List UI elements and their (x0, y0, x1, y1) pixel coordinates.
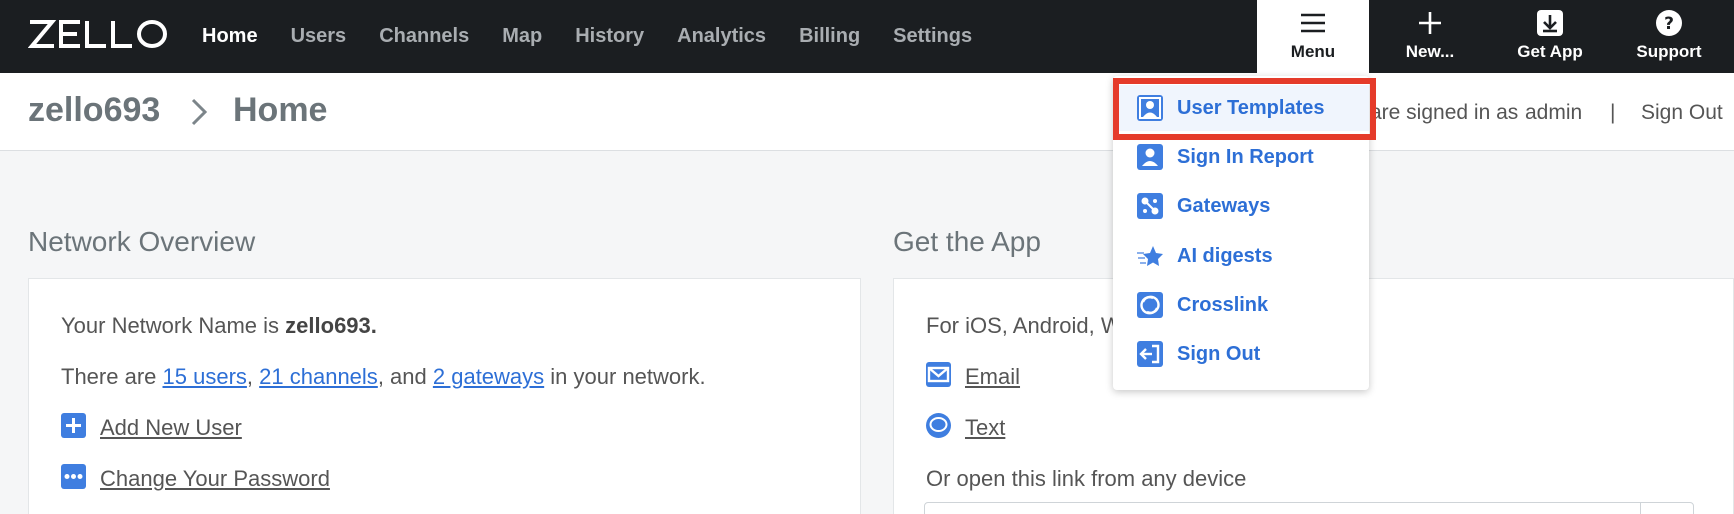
menu-item-label: Sign Out (1177, 342, 1261, 365)
menu-item-label: Crosslink (1177, 293, 1269, 316)
menu-item-label: AI digests (1177, 244, 1273, 267)
menu-item-gateways[interactable]: Gateways (1113, 183, 1369, 229)
menu-dropdown: User Templates Sign In Report Gateways A… (1113, 76, 1369, 390)
menu-item-user-templates[interactable]: User Templates (1113, 85, 1369, 131)
hamburger-icon (1299, 9, 1327, 37)
user-report-icon (1137, 144, 1163, 170)
menu-item-crosslink[interactable]: Crosslink (1113, 282, 1369, 328)
zello-logo-icon (28, 20, 167, 48)
change-password-link[interactable]: Change Your Password (100, 466, 330, 492)
nav-analytics[interactable]: Analytics (677, 25, 766, 48)
add-new-user-link[interactable]: Add New User (100, 415, 242, 441)
channels-count-link[interactable]: 21 channels (259, 364, 378, 389)
crosslink-icon (1137, 292, 1163, 318)
main-nav: Home Users Channels Map History Analytic… (202, 0, 1005, 73)
nav-map[interactable]: Map (502, 25, 542, 48)
speech-bubble-icon (926, 413, 951, 438)
signed-in-text: are signed in as (1370, 101, 1519, 124)
session-separator: | (1610, 101, 1616, 124)
support-button-label: Support (1636, 42, 1702, 61)
menu-item-sign-out[interactable]: Sign Out (1113, 331, 1369, 377)
app-link-field[interactable] (924, 502, 1694, 514)
svg-text:?: ? (1664, 14, 1674, 34)
zello-logo[interactable] (28, 19, 168, 49)
breadcrumb-bar: zello693 Home are signed in as admin | S… (0, 73, 1734, 151)
menu-item-label: Sign In Report (1177, 145, 1314, 168)
text-link[interactable]: Text (965, 415, 1005, 441)
counts-comma: , (246, 364, 254, 389)
menu-item-label: Gateways (1177, 194, 1271, 217)
menu-item-sign-in-report[interactable]: Sign In Report (1113, 134, 1369, 180)
network-overview-card: Your Network Name is zello693. There are… (28, 278, 861, 514)
sparkle-star-icon (1137, 246, 1163, 266)
counts-prefix: There are (61, 364, 157, 389)
username-link[interactable]: admin (1525, 101, 1582, 125)
support-button[interactable]: ? Support (1613, 0, 1725, 73)
users-count-link[interactable]: 15 users (163, 364, 247, 389)
header-sign-out-link[interactable]: Sign Out (1641, 101, 1723, 125)
network-counts-line: There are 15 users, 21 channels, and 2 g… (61, 364, 706, 390)
help-icon: ? (1655, 9, 1683, 37)
password-dots-icon (61, 464, 86, 489)
menu-item-ai-digests[interactable]: AI digests (1113, 233, 1369, 279)
get-app-button-label: Get App (1517, 42, 1583, 61)
counts-suffix: in your network. (550, 364, 706, 389)
gateways-count-link[interactable]: 2 gateways (433, 364, 544, 389)
counts-and: , and (377, 364, 427, 389)
sign-out-icon (1137, 341, 1163, 367)
nav-history[interactable]: History (575, 25, 644, 48)
nav-users[interactable]: Users (291, 25, 347, 48)
nav-channels[interactable]: Channels (379, 25, 469, 48)
user-template-icon (1137, 95, 1163, 121)
menu-item-label: User Templates (1177, 96, 1325, 119)
network-name-line: Your Network Name is zello693. (61, 313, 377, 339)
top-nav-bar: Home Users Channels Map History Analytic… (0, 0, 1734, 73)
breadcrumb-network[interactable]: zello693 (28, 91, 160, 130)
plus-icon (1416, 9, 1444, 37)
open-link-text: Or open this link from any device (926, 466, 1247, 491)
network-overview-title: Network Overview (28, 226, 256, 257)
chevron-right-icon (191, 98, 208, 126)
email-icon (926, 362, 951, 387)
email-link[interactable]: Email (965, 364, 1020, 390)
get-app-button[interactable]: Get App (1494, 0, 1606, 73)
menu-button-label: Menu (1290, 42, 1336, 61)
new-button[interactable]: New... (1374, 0, 1486, 73)
new-button-label: New... (1405, 42, 1455, 61)
menu-button[interactable]: Menu (1257, 0, 1369, 73)
breadcrumb-page: Home (233, 91, 328, 129)
get-app-title: Get the App (893, 226, 1041, 257)
platforms-text: For iOS, Android, W (926, 313, 1122, 338)
nav-billing[interactable]: Billing (799, 25, 860, 48)
gateway-icon (1137, 193, 1163, 219)
copy-link-button[interactable] (1640, 502, 1694, 514)
nav-home[interactable]: Home (202, 25, 258, 48)
network-name-prefix: Your Network Name is (61, 313, 280, 338)
network-name-value: zello693. (285, 313, 377, 338)
nav-settings[interactable]: Settings (893, 25, 972, 48)
download-icon (1536, 9, 1564, 37)
plus-square-icon (61, 413, 86, 438)
